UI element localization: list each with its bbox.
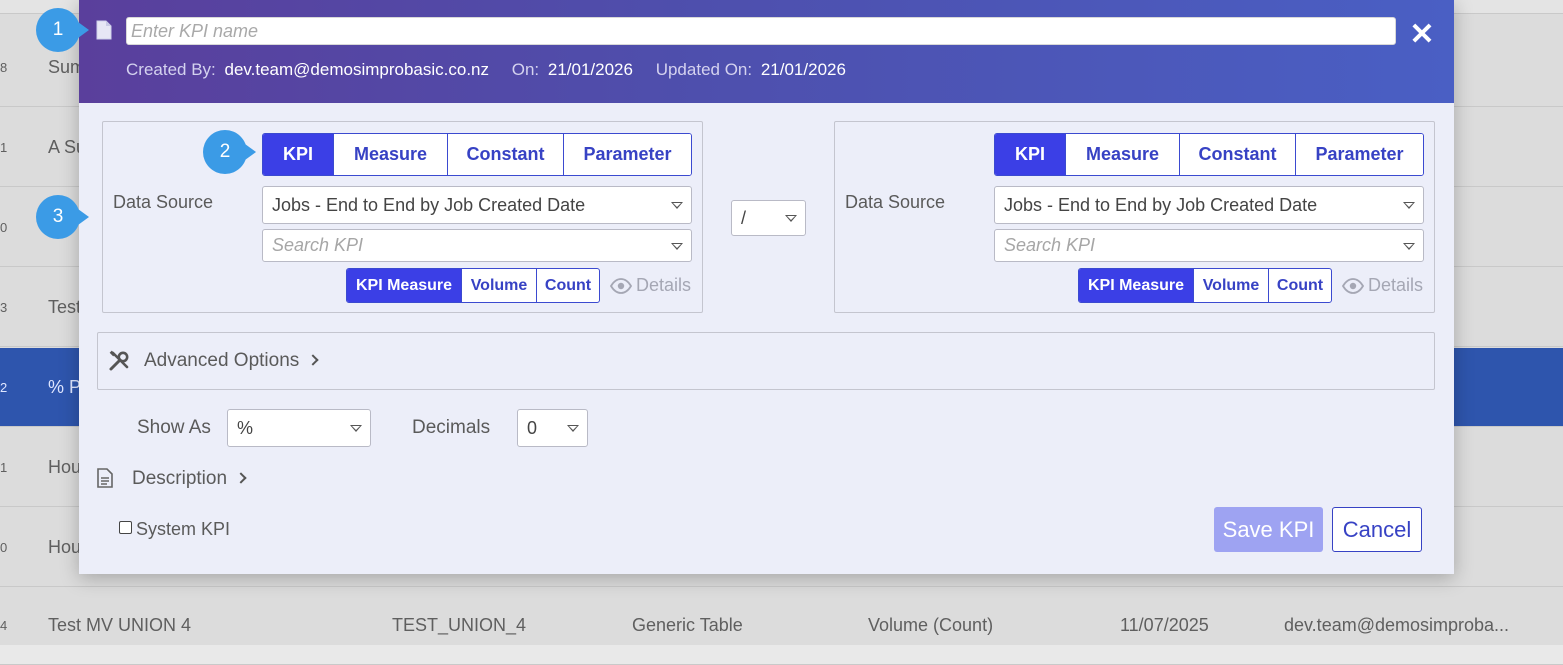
advanced-options-toggle[interactable]: Advanced Options — [97, 332, 1435, 390]
eye-icon — [1341, 278, 1365, 294]
row-date: 11/07/2025 — [1120, 615, 1209, 635]
close-icon[interactable]: ✕ — [1407, 20, 1437, 50]
system-kpi-option[interactable]: System KPI — [119, 519, 230, 540]
caret-down-icon — [671, 202, 683, 209]
row-number: 4 — [0, 618, 8, 633]
description-label: Description — [132, 468, 247, 490]
show-as-value: % — [237, 418, 254, 438]
caret-down-icon — [350, 425, 362, 432]
data-source-label: Data Source — [113, 192, 214, 212]
data-source-select[interactable]: Jobs - End to End by Job Created Date — [262, 186, 692, 224]
search-kpi-select[interactable]: Search KPI — [262, 229, 692, 262]
caret-down-icon — [567, 425, 579, 432]
row-user: dev.team@demosimproba... — [1284, 615, 1510, 635]
operator-value: / — [741, 208, 747, 228]
source-type-constant[interactable]: Constant — [1179, 134, 1295, 175]
search-kpi-placeholder: Search KPI — [1004, 235, 1096, 255]
measure-type-toggle: KPI Measure Volume Count — [346, 268, 600, 303]
row-name: Test MV UNION 4 — [48, 615, 192, 635]
kpi-metadata: Created By: dev.team@demosimprobasic.co.… — [126, 58, 864, 82]
decimals-label: Decimals — [412, 417, 491, 438]
system-kpi-label: System KPI — [136, 519, 231, 539]
description-text: Description — [132, 468, 228, 489]
left-operand-panel: KPI Measure Constant Parameter Data Sour… — [102, 121, 703, 313]
step-marker-2: 2 — [203, 130, 256, 174]
source-type-toggle: KPI Measure Constant Parameter — [262, 133, 692, 176]
measure-type-kpi-measure[interactable]: KPI Measure — [1079, 269, 1193, 302]
source-type-toggle: KPI Measure Constant Parameter — [994, 133, 1424, 176]
measure-type-kpi-measure[interactable]: KPI Measure — [347, 269, 461, 302]
tools-icon — [109, 350, 129, 371]
measure-type-count[interactable]: Count — [1268, 269, 1331, 302]
row-code: TEST_UNION_4 — [392, 615, 527, 635]
kpi-name-input[interactable] — [126, 17, 1396, 45]
row-number: 0 — [0, 220, 8, 235]
show-as-select[interactable]: % — [227, 409, 371, 447]
operator-select[interactable]: / — [731, 200, 806, 236]
source-type-measure[interactable]: Measure — [333, 134, 447, 175]
row-number: 1 — [0, 460, 8, 475]
details-label: Details — [636, 275, 692, 295]
table-row[interactable]: 4 Test MV UNION 4 TEST_UNION_4 Generic T… — [0, 586, 1563, 665]
decimals-value: 0 — [527, 418, 538, 438]
details-label: Details — [1368, 275, 1424, 295]
created-on-value: 21/01/2026 — [547, 60, 633, 79]
created-by-value: dev.team@demosimprobasic.co.nz — [224, 60, 490, 79]
row-type: Generic Table — [632, 615, 743, 635]
measure-type-volume[interactable]: Volume — [1193, 269, 1268, 302]
chevron-right-icon — [235, 472, 247, 484]
row-number: 8 — [0, 60, 8, 75]
kpi-editor-dialog: ✕ Created By: dev.team@demosimprobasic.c… — [79, 0, 1454, 574]
data-source-value: Jobs - End to End by Job Created Date — [272, 195, 586, 215]
row-number: 3 — [0, 300, 8, 315]
source-type-constant[interactable]: Constant — [447, 134, 563, 175]
caret-down-icon — [1403, 242, 1415, 250]
data-source-select[interactable]: Jobs - End to End by Job Created Date — [994, 186, 1424, 224]
source-type-parameter[interactable]: Parameter — [563, 134, 691, 175]
document-icon — [96, 20, 112, 40]
eye-icon — [609, 278, 633, 294]
source-type-parameter[interactable]: Parameter — [1295, 134, 1423, 175]
search-kpi-select[interactable]: Search KPI — [994, 229, 1424, 262]
row-number: 1 — [0, 140, 8, 155]
cancel-button[interactable]: Cancel — [1332, 507, 1422, 552]
details-link[interactable]: Details — [609, 275, 692, 296]
source-type-kpi[interactable]: KPI — [995, 134, 1065, 175]
search-kpi-placeholder: Search KPI — [272, 235, 364, 255]
right-operand-panel: KPI Measure Constant Parameter Data Sour… — [834, 121, 1435, 313]
step-marker-1: 1 — [36, 8, 89, 52]
measure-type-volume[interactable]: Volume — [461, 269, 536, 302]
row-unit: Volume (Count) — [868, 615, 994, 635]
caret-down-icon — [785, 215, 797, 222]
step-marker-3: 3 — [36, 195, 89, 239]
source-type-kpi[interactable]: KPI — [263, 134, 333, 175]
chevron-right-icon — [307, 354, 319, 366]
source-type-measure[interactable]: Measure — [1065, 134, 1179, 175]
save-kpi-button[interactable]: Save KPI — [1214, 507, 1323, 552]
data-source-label: Data Source — [845, 192, 946, 212]
measure-type-toggle: KPI Measure Volume Count — [1078, 268, 1332, 303]
created-by-label: Created By: — [126, 60, 216, 79]
decimals-select[interactable]: 0 — [517, 409, 588, 447]
advanced-options-text: Advanced Options — [144, 350, 300, 371]
measure-type-count[interactable]: Count — [536, 269, 599, 302]
updated-on-value: 21/01/2026 — [760, 60, 846, 79]
caret-down-icon — [671, 242, 683, 250]
system-kpi-checkbox[interactable] — [119, 521, 132, 534]
document-icon — [97, 468, 113, 488]
advanced-options-label: Advanced Options — [144, 350, 319, 372]
dialog-header: ✕ Created By: dev.team@demosimprobasic.c… — [79, 0, 1454, 103]
show-as-label: Show As — [137, 417, 211, 438]
caret-down-icon — [1403, 202, 1415, 209]
details-link[interactable]: Details — [1341, 275, 1424, 296]
created-on-label: On: — [511, 60, 540, 79]
row-number: 0 — [0, 540, 8, 555]
data-source-value: Jobs - End to End by Job Created Date — [1004, 195, 1318, 215]
updated-on-label: Updated On: — [655, 60, 753, 79]
row-number: 2 — [0, 380, 8, 395]
